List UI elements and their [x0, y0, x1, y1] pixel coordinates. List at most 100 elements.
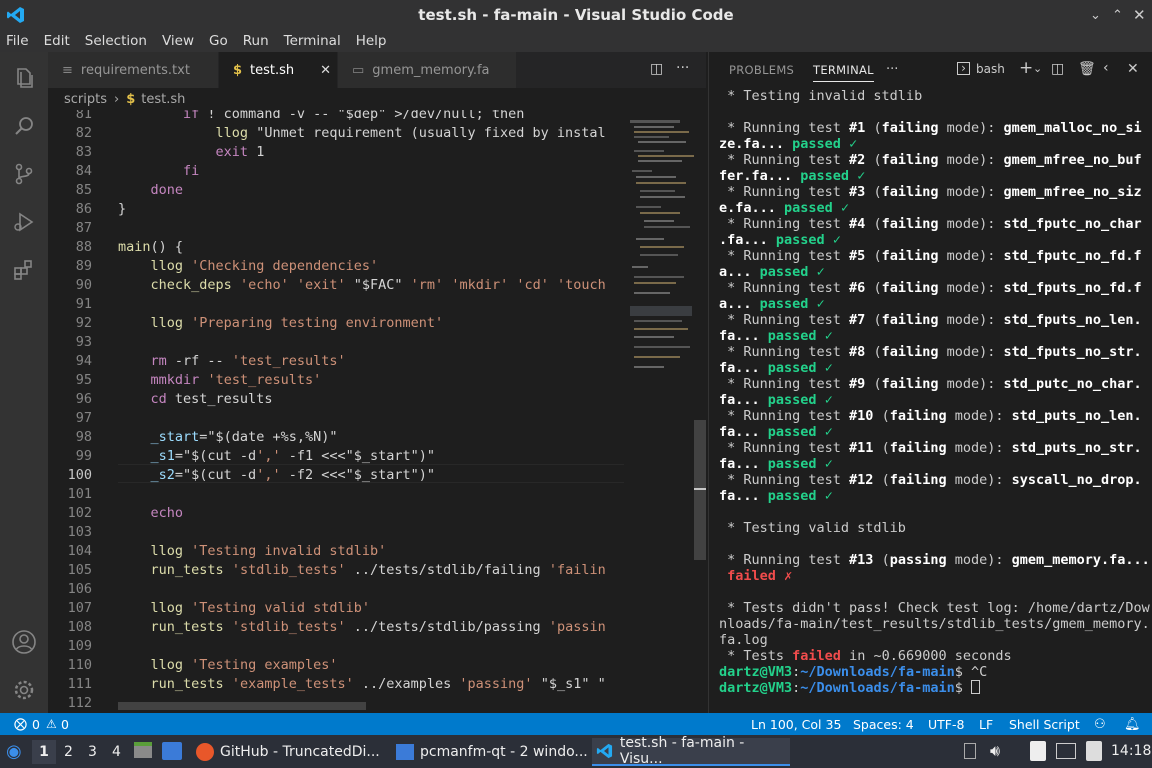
code-line[interactable]: cd test_results	[118, 390, 273, 409]
terminal-output[interactable]: * Testing invalid stdlib * Running test …	[719, 88, 1150, 696]
cursor-position[interactable]: Ln 100, Col 35	[751, 717, 841, 732]
battery-icon[interactable]	[1086, 741, 1102, 761]
chevron-left-icon[interactable]: ‹	[1103, 60, 1109, 76]
clipboard-icon[interactable]	[1030, 741, 1046, 761]
feedback-icon[interactable]: ⚇	[1094, 717, 1106, 732]
language-mode[interactable]: Shell Script	[1009, 717, 1080, 732]
scroll-thumb[interactable]	[694, 420, 706, 560]
line-number: 92	[75, 315, 92, 331]
task-vscode[interactable]: test.sh - fa-main - Visu...	[592, 735, 790, 767]
volume-icon[interactable]: 🔊︎	[990, 741, 1000, 761]
menu-selection[interactable]: Selection	[85, 33, 147, 49]
line-ending[interactable]: LF	[979, 717, 993, 732]
test-result-line: * Running test #5 (failing mode): std_fp…	[719, 248, 1142, 264]
explorer-icon[interactable]	[10, 64, 38, 92]
account-icon[interactable]	[10, 628, 38, 656]
os-taskbar: ◉ 1 2 3 4 GitHub - TruncatedDi... pcmanf…	[0, 735, 1152, 768]
extensions-icon[interactable]	[10, 256, 38, 284]
code-editor[interactable]: 81 82 83 84 85 86 87 88 89 90 91 92 93 94 95 96 97 98 99 10…	[48, 110, 624, 713]
code-line[interactable]: if ! command -v -- "$dep" >/dev/null; th…	[118, 110, 524, 124]
file-manager-icon[interactable]	[134, 742, 152, 758]
code-line[interactable]: check_deps 'echo' 'exit' "$FAC" 'rm' 'mk…	[118, 276, 606, 295]
file-icon: ▭	[352, 62, 365, 78]
line-number: 106	[67, 581, 92, 597]
menu-help[interactable]: Help	[356, 33, 387, 49]
workspace-2[interactable]: 2	[64, 744, 73, 760]
code-line[interactable]: llog 'Testing examples'	[118, 656, 338, 675]
code-line[interactable]: rm -rf -- 'test_results'	[118, 352, 346, 371]
split-editor-icon[interactable]: ◫	[650, 61, 663, 77]
code-line[interactable]: run_tests 'stdlib_tests' ../tests/stdlib…	[118, 561, 606, 580]
test-result-line: * Running test #10 (failing mode): std_p…	[719, 408, 1142, 424]
close-window-icon[interactable]: ✕	[1133, 0, 1146, 30]
tab-terminal[interactable]: TERMINAL	[813, 52, 874, 88]
desktop-icon[interactable]	[162, 742, 182, 760]
warning-count[interactable]: 0	[61, 717, 69, 732]
task-pcmanfm[interactable]: pcmanfm-qt - 2 windo...	[392, 738, 588, 766]
code-line[interactable]: llog 'Checking dependencies'	[118, 257, 379, 276]
workspace-4[interactable]: 4	[112, 744, 121, 760]
code-line[interactable]: _s2="$(cut -d',' -f2 <<<"$_start")"	[118, 466, 436, 485]
panel-more-icon[interactable]: ···	[886, 62, 898, 77]
editor-vertical-scrollbar[interactable]	[694, 110, 706, 713]
run-debug-icon[interactable]	[10, 208, 38, 236]
code-line[interactable]: run_tests 'stdlib_tests' ../tests/stdlib…	[118, 618, 606, 637]
test-result-line: * Running test #8 (failing mode): std_fp…	[719, 344, 1142, 360]
new-terminal-icon[interactable]: +	[1019, 58, 1033, 78]
remote-icon[interactable]: ⨂	[14, 717, 27, 732]
tab-requirements[interactable]: ≡ requirements.txt	[48, 52, 218, 88]
menu-run[interactable]: Run	[243, 33, 269, 49]
more-actions-icon[interactable]: ···	[676, 60, 689, 76]
tab-gmem-memory[interactable]: ▭ gmem_memory.fa	[338, 52, 516, 88]
code-line[interactable]: main() {	[118, 238, 183, 257]
code-line[interactable]: mmkdir 'test_results'	[118, 371, 322, 390]
breadcrumb-folder[interactable]: scripts	[64, 92, 107, 107]
search-icon[interactable]	[10, 112, 38, 140]
close-tab-icon[interactable]: ✕	[320, 63, 331, 78]
tab-test-sh[interactable]: $ test.sh ✕	[219, 52, 337, 88]
chevron-down-icon[interactable]: ⌄	[1033, 62, 1042, 75]
code-line[interactable]: llog 'Preparing testing environment'	[118, 314, 444, 333]
menu-view[interactable]: View	[162, 33, 194, 49]
menu-edit[interactable]: Edit	[44, 33, 70, 49]
error-count[interactable]: 0	[32, 717, 40, 732]
network-icon[interactable]	[1056, 743, 1076, 759]
menu-go[interactable]: Go	[209, 33, 228, 49]
code-line[interactable]: echo	[118, 504, 184, 523]
code-line[interactable]: llog "Unmet requirement (usually fixed b…	[118, 124, 606, 143]
notifications-bell-icon[interactable]: 🔔︎	[1124, 717, 1141, 732]
indentation[interactable]: Spaces: 4	[853, 717, 914, 732]
code-line[interactable]: }	[118, 200, 126, 219]
line-number: 101	[67, 486, 92, 502]
menu-bar: File Edit Selection View Go Run Terminal…	[0, 30, 1152, 52]
breadcrumb-file[interactable]: test.sh	[141, 92, 185, 107]
code-line[interactable]: llog 'Testing invalid stdlib'	[118, 542, 387, 561]
close-panel-icon[interactable]: ✕	[1127, 61, 1139, 77]
source-control-icon[interactable]	[10, 160, 38, 188]
minimize-icon[interactable]: ⌄	[1090, 0, 1101, 30]
code-line[interactable]: _start="$(date +%s,%N)"	[118, 428, 338, 447]
code-line[interactable]: done	[118, 181, 184, 200]
terminal-shell-name[interactable]: bash	[976, 62, 1005, 76]
menu-file[interactable]: File	[6, 33, 29, 49]
task-github[interactable]: GitHub - TruncatedDi...	[192, 738, 388, 766]
menu-terminal[interactable]: Terminal	[284, 33, 341, 49]
clock[interactable]: 14:18	[1111, 743, 1151, 759]
tray-device-icon[interactable]	[964, 743, 976, 759]
tab-problems[interactable]: PROBLEMS	[729, 52, 794, 88]
split-terminal-icon[interactable]: ◫	[1051, 61, 1064, 77]
trash-icon[interactable]: 🗑︎	[1078, 61, 1096, 77]
code-line[interactable]: llog 'Testing valid stdlib'	[118, 599, 370, 618]
start-menu-icon[interactable]: ◉	[6, 741, 22, 762]
settings-gear-icon[interactable]	[10, 676, 38, 704]
code-line[interactable]: _s1="$(cut -d',' -f1 <<<"$_start")"	[118, 447, 436, 466]
code-line[interactable]: fi	[118, 162, 199, 181]
code-line[interactable]: run_tests 'example_tests' ../examples 'p…	[118, 675, 606, 694]
code-line[interactable]: exit 1	[118, 143, 265, 162]
horizontal-scrollbar[interactable]	[118, 702, 366, 710]
workspace-3[interactable]: 3	[88, 744, 97, 760]
maximize-icon[interactable]: ⌃	[1112, 0, 1123, 30]
encoding[interactable]: UTF-8	[928, 717, 964, 732]
workspace-1[interactable]: 1	[32, 740, 56, 764]
code-area[interactable]: if ! command -v -- "$dep" >/dev/null; th…	[118, 110, 624, 713]
